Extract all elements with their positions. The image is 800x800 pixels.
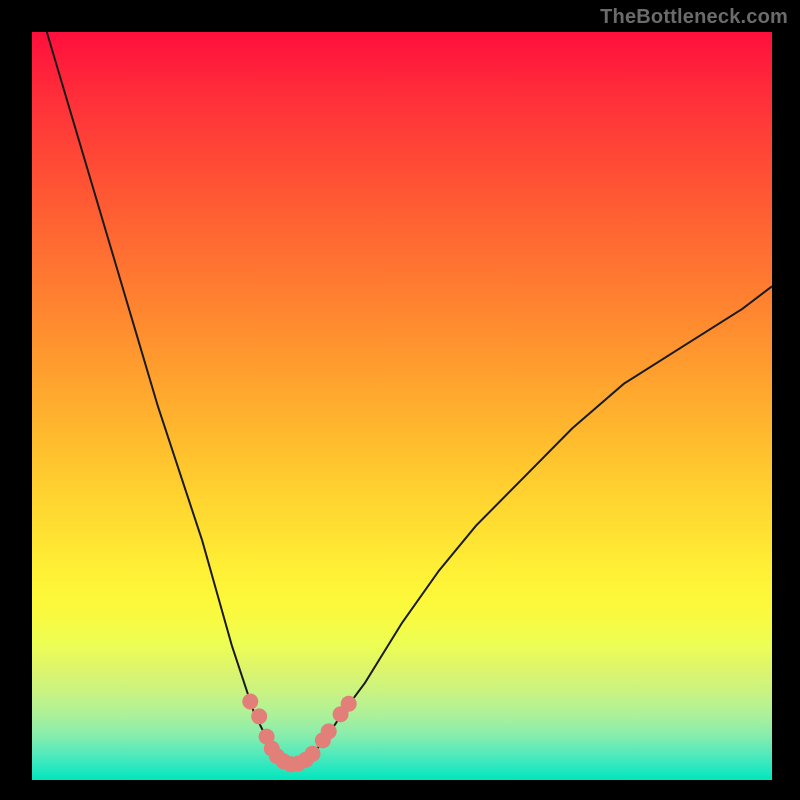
curve-markers (242, 694, 356, 773)
curve-marker (321, 723, 337, 739)
curve-marker (305, 746, 321, 762)
curve-marker (242, 694, 258, 710)
chart-frame: TheBottleneck.com (0, 0, 800, 800)
curve-marker (341, 696, 357, 712)
curve-marker (251, 708, 267, 724)
bottleneck-curve-path (47, 32, 772, 765)
curve-layer (32, 32, 772, 780)
plot-area (32, 32, 772, 780)
watermark-text: TheBottleneck.com (600, 6, 788, 29)
